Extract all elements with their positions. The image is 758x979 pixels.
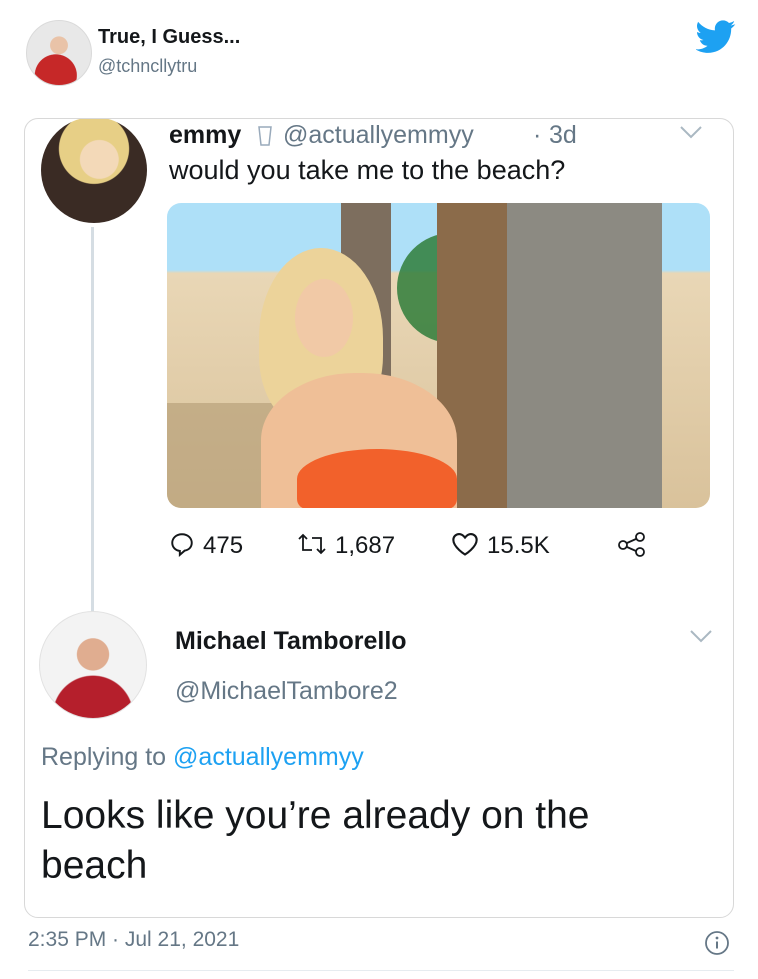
like-icon xyxy=(452,533,478,556)
like-count: 15.5K xyxy=(487,532,550,559)
retweet-action[interactable]: 1,687 xyxy=(297,531,395,560)
tweet-timestamp[interactable]: 2:35 PM · Jul 21, 2021 xyxy=(28,928,239,952)
bottom-divider xyxy=(28,970,734,971)
emmy-handle[interactable]: @actuallyemmyy xyxy=(283,121,474,150)
cup-icon xyxy=(258,126,272,146)
outer-avatar[interactable] xyxy=(26,20,92,86)
replying-to-label: Replying to xyxy=(41,743,167,771)
share-action[interactable] xyxy=(617,531,655,560)
info-icon[interactable] xyxy=(704,930,730,956)
share-icon xyxy=(618,532,645,557)
photo-swimsuit xyxy=(297,449,457,508)
chevron-down-icon[interactable] xyxy=(679,125,703,139)
photo-palm-trunk xyxy=(507,203,662,508)
chevron-down-icon[interactable] xyxy=(689,629,713,643)
retweet-icon xyxy=(298,533,326,555)
reply-tweet-text: Looks like you’re already on the beach xyxy=(41,794,590,887)
photo-face xyxy=(295,279,353,357)
replying-to-line: Replying to @actuallyemmyy xyxy=(41,743,364,772)
michael-handle[interactable]: @MichaelTambore2 xyxy=(175,677,398,706)
reply-icon xyxy=(171,533,193,557)
like-action[interactable]: 15.5K xyxy=(451,531,550,560)
retweet-count: 1,687 xyxy=(335,532,396,559)
twitter-icon[interactable] xyxy=(696,20,736,54)
quoted-tweet-card[interactable]: emmy @actuallyemmyy · 3d would you take … xyxy=(24,118,734,918)
tweet-photo[interactable] xyxy=(167,203,710,508)
emmy-tweet-text: would you take me to the beach? xyxy=(169,155,566,185)
reply-action[interactable]: 475 xyxy=(169,531,243,560)
michael-display-name[interactable]: Michael Tamborello xyxy=(175,627,407,656)
tweet-age[interactable]: 3d xyxy=(549,121,577,150)
outer-handle[interactable]: @tchncllytru xyxy=(98,56,197,77)
michael-avatar[interactable] xyxy=(39,611,147,719)
time-separator: · xyxy=(533,121,542,149)
replying-to-link[interactable]: @actuallyemmyy xyxy=(173,743,364,771)
emmy-display-name[interactable]: emmy xyxy=(169,121,241,150)
emmy-avatar[interactable] xyxy=(41,119,147,223)
outer-display-name[interactable]: True, I Guess... xyxy=(98,26,240,49)
reply-count: 475 xyxy=(203,532,244,559)
